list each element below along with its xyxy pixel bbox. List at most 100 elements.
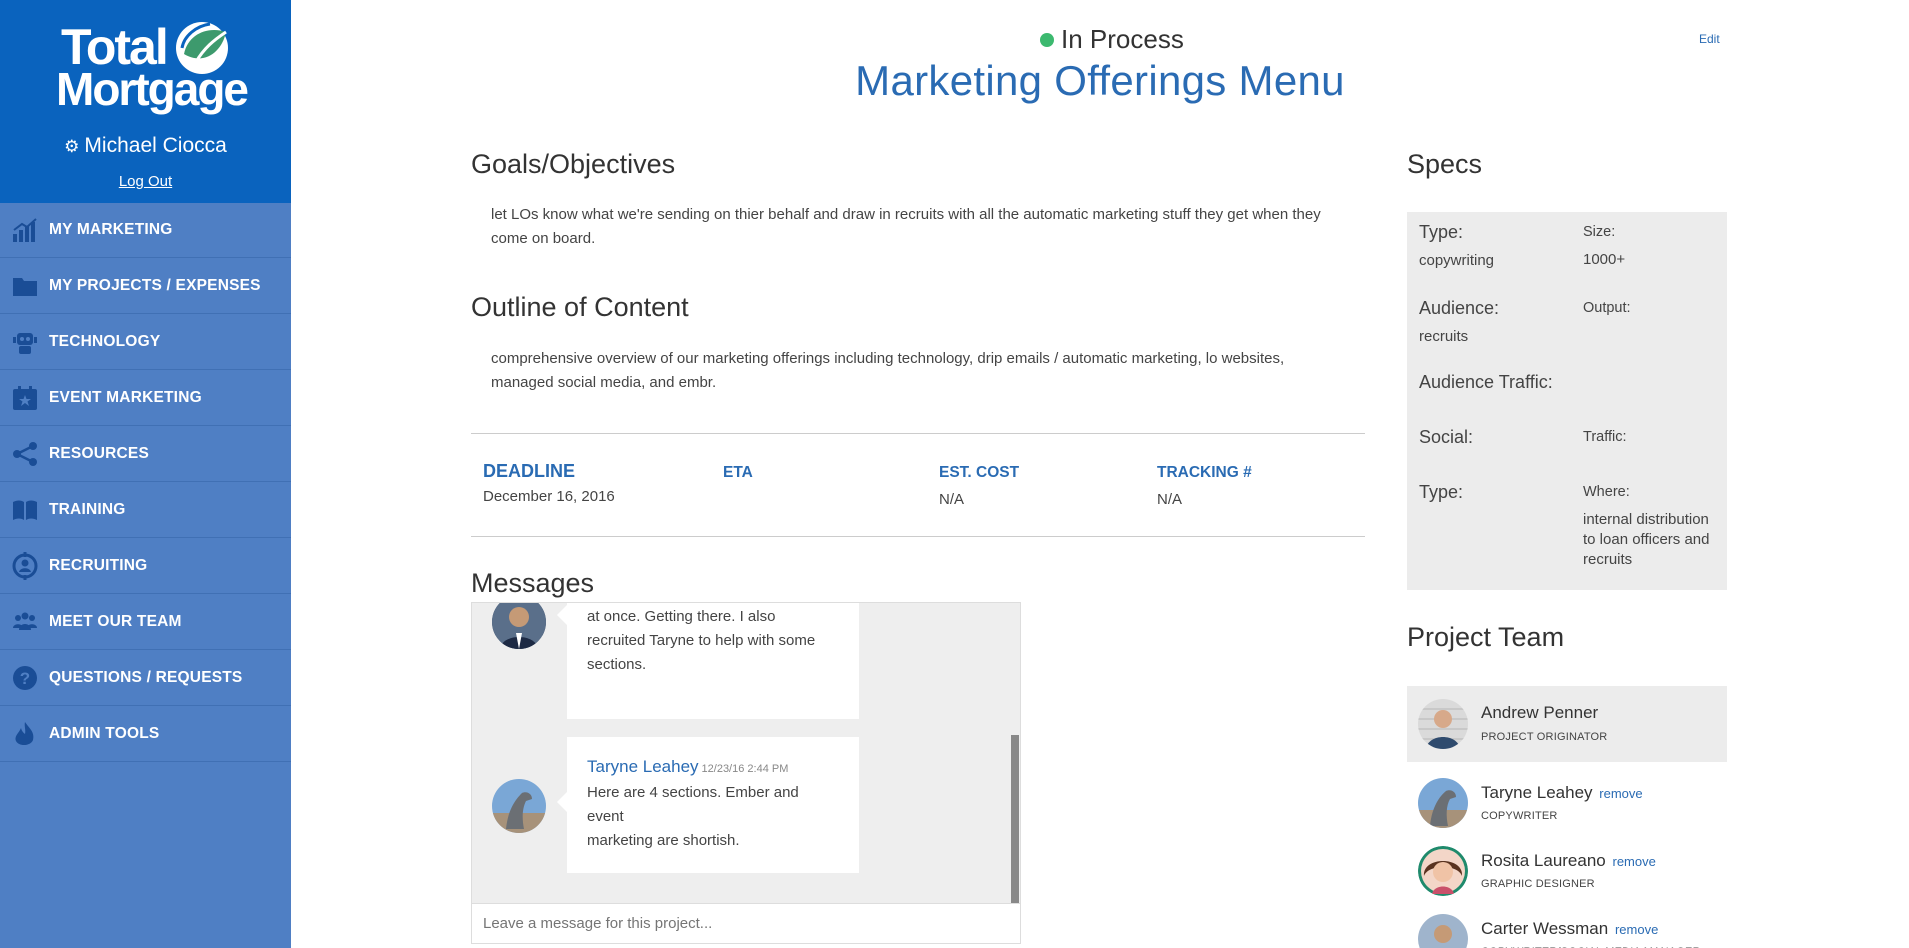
deadline-row: DEADLINE December 16, 2016 ETA EST. COST… xyxy=(471,433,1365,537)
book-icon xyxy=(0,496,49,524)
status-dot xyxy=(1040,32,1054,47)
user-row[interactable]: ⚙ Michael Ciocca xyxy=(0,134,291,158)
team-icon xyxy=(0,608,49,636)
spec-label: Social: xyxy=(1419,427,1474,447)
remove-member-link[interactable]: remove xyxy=(1613,854,1656,869)
nav-item-training[interactable]: TRAINING xyxy=(0,482,291,538)
goals-line: come on board. xyxy=(491,230,596,247)
member-name[interactable]: Taryne Leahey xyxy=(1481,783,1593,802)
nav-label: MY PROJECTS / EXPENSES xyxy=(49,276,261,294)
nav-item-meet-our-team[interactable]: MEET OUR TEAM xyxy=(0,594,291,650)
spec-social: Social: xyxy=(1419,427,1473,448)
user-name: Michael Ciocca xyxy=(84,134,227,157)
remove-member-link[interactable]: remove xyxy=(1599,786,1642,801)
eta-label: ETA xyxy=(723,464,753,481)
member-name[interactable]: Rosita Laureano xyxy=(1481,851,1606,870)
project-status: In Process xyxy=(1040,24,1184,55)
nav-item-technology[interactable]: TECHNOLOGY xyxy=(0,314,291,370)
team-member[interactable]: Taryne Leahey remove COPYWRITER xyxy=(1407,776,1727,836)
spec-label: Traffic: xyxy=(1583,429,1627,445)
spec-label: Size: xyxy=(1583,224,1616,240)
nav-item-my-marketing[interactable]: MY MARKETING xyxy=(0,203,291,258)
avatar xyxy=(1418,699,1468,749)
spec-audience: Audience: recruits xyxy=(1419,298,1499,347)
question-icon: ? xyxy=(0,664,49,692)
nav-item-event-marketing[interactable]: EVENT MARKETING xyxy=(0,370,291,426)
deadline-value: December 16, 2016 xyxy=(483,488,615,505)
calendar-icon xyxy=(0,384,49,412)
spec-label: Type: xyxy=(1419,482,1464,502)
avatar xyxy=(1418,914,1468,948)
remove-member-link[interactable]: remove xyxy=(1615,922,1658,937)
spec-traffic: Traffic: xyxy=(1583,429,1627,445)
recruit-icon xyxy=(0,551,49,580)
logout-link[interactable]: Log Out xyxy=(0,173,291,190)
member-role: COPYWRITER xyxy=(1481,810,1558,822)
est-cost-label: EST. COST xyxy=(939,464,1020,481)
message-timestamp: 12/23/16 2:44 PM xyxy=(701,763,789,775)
edit-link[interactable]: Edit xyxy=(1699,32,1720,46)
nav-item-resources[interactable]: RESOURCES xyxy=(0,426,291,482)
flame-icon xyxy=(0,720,49,748)
message-author[interactable]: Taryne Leahey xyxy=(587,757,699,776)
message-line: at once. Getting there. I also xyxy=(587,608,776,625)
spec-label: Type: xyxy=(1419,222,1464,242)
spec-value: copywriting xyxy=(1419,252,1495,269)
main-nav: MY MARKETING MY PROJECTS / EXPENSES TECH… xyxy=(0,203,291,762)
spec-value-line: internal distribution xyxy=(1583,511,1709,528)
messages-heading: Messages xyxy=(471,568,595,598)
nav-item-recruiting[interactable]: RECRUITING xyxy=(0,538,291,594)
nav-label: ADMIN TOOLS xyxy=(49,724,160,742)
outline-line: managed social media, and embr. xyxy=(491,374,717,391)
avatar xyxy=(492,603,546,649)
avatar xyxy=(1418,846,1468,896)
nav-label: RESOURCES xyxy=(49,444,149,462)
spec-value: recruits xyxy=(1419,328,1469,345)
nav-label: EVENT MARKETING xyxy=(49,388,202,406)
member-name[interactable]: Andrew Penner xyxy=(1481,703,1598,723)
spec-value-line: recruits xyxy=(1583,551,1633,568)
sidebar: Total Mortgage ⚙ Michael Ciocca Log Out M… xyxy=(0,0,291,948)
spec-audience-traffic: Audience Traffic: xyxy=(1419,372,1553,393)
spec-value: internal distribution to loan officers a… xyxy=(1583,510,1709,570)
team-member[interactable]: Carter Wessman remove COPYWRITER/SOCIAL … xyxy=(1407,912,1727,948)
nav-label: RECRUITING xyxy=(49,556,148,574)
team-member-originator[interactable]: Andrew Penner PROJECT ORIGINATOR xyxy=(1407,686,1727,762)
spec-label: Audience Traffic: xyxy=(1419,372,1553,392)
message-line: Here are 4 sections. Ember and event xyxy=(587,784,799,825)
avatar xyxy=(1418,778,1468,828)
spec-label: Where: xyxy=(1583,484,1630,500)
nav-item-my-projects[interactable]: MY PROJECTS / EXPENSES xyxy=(0,258,291,314)
nav-label: MY MARKETING xyxy=(49,221,173,238)
gear-icon[interactable]: ⚙ xyxy=(64,137,79,156)
message-thread[interactable]: at once. Getting there. I also recruited… xyxy=(471,602,1021,904)
est-cost-value: N/A xyxy=(939,491,965,508)
spec-value-line: to loan officers and xyxy=(1583,531,1710,548)
project-team-heading: Project Team xyxy=(1407,622,1565,652)
specs-panel: Type: copywriting Size: 1000+ Audience: … xyxy=(1407,212,1727,590)
est-cost-column: EST. COST N/A xyxy=(939,464,1019,508)
message-scrollbar[interactable] xyxy=(1011,735,1019,903)
company-logo[interactable]: Total Mortgage xyxy=(56,18,249,118)
nav-label: MEET OUR TEAM xyxy=(49,612,182,630)
message-input[interactable] xyxy=(471,904,1021,944)
nav-label: TECHNOLOGY xyxy=(49,332,161,350)
outline-text: comprehensive overview of our marketing … xyxy=(491,347,1284,395)
eta-column: ETA xyxy=(723,464,753,491)
spec-where: Where: internal distribution to loan off… xyxy=(1583,484,1709,570)
nav-item-admin-tools[interactable]: ADMIN TOOLS xyxy=(0,706,291,762)
nav-label: QUESTIONS / REQUESTS xyxy=(49,668,243,686)
member-name[interactable]: Carter Wessman xyxy=(1481,919,1608,938)
svg-text:?: ? xyxy=(19,669,29,688)
folder-icon xyxy=(0,272,49,300)
team-member[interactable]: Rosita Laureano remove GRAPHIC DESIGNER xyxy=(1407,844,1727,904)
spec-size: Size: 1000+ xyxy=(1583,224,1625,270)
goals-line: let LOs know what we're sending on thier… xyxy=(491,206,1321,223)
message-bubble: at once. Getting there. I also recruited… xyxy=(557,603,859,719)
brand-header: Total Mortgage ⚙ Michael Ciocca Log Out xyxy=(0,0,291,203)
nav-item-questions-requests[interactable]: ? QUESTIONS / REQUESTS xyxy=(0,650,291,706)
tracking-column: TRACKING # N/A xyxy=(1157,464,1252,508)
goals-text: let LOs know what we're sending on thier… xyxy=(491,203,1321,251)
spec-label: Audience: xyxy=(1419,298,1500,318)
member-role: GRAPHIC DESIGNER xyxy=(1481,878,1595,890)
